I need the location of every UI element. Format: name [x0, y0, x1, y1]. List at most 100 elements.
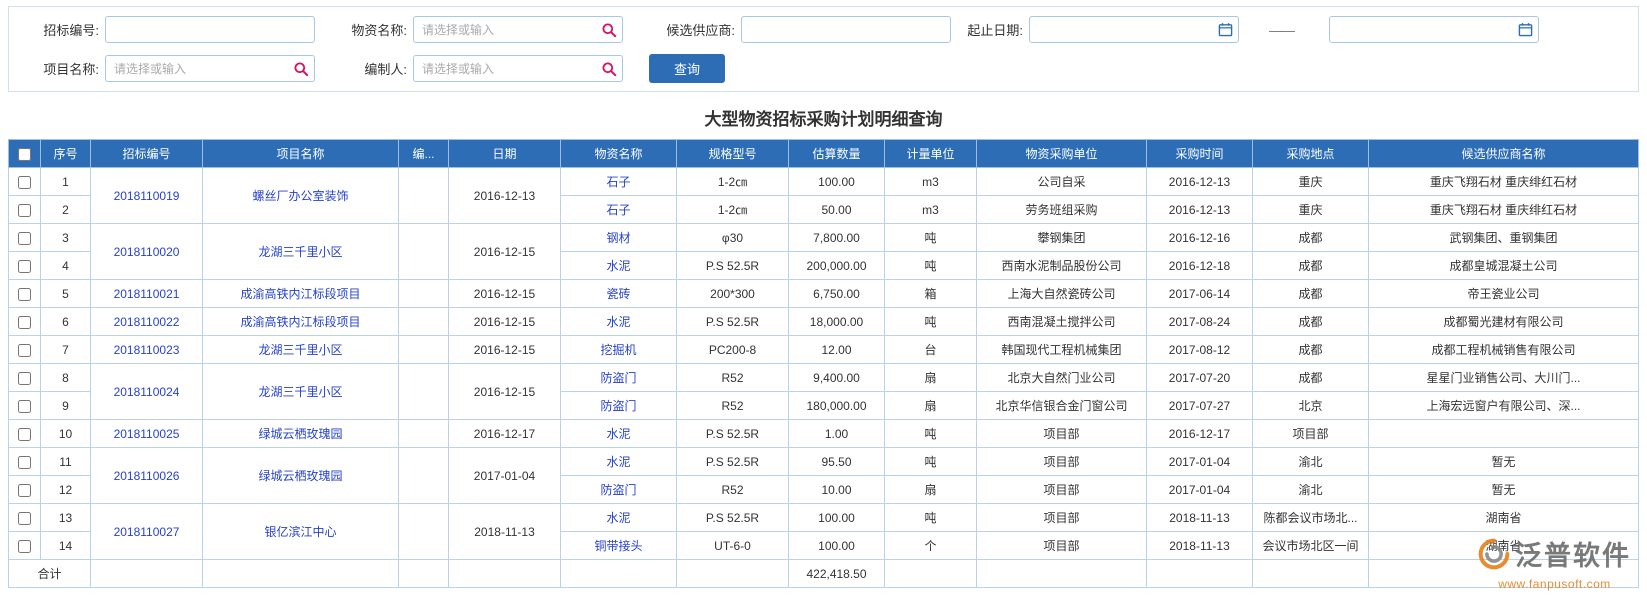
qty-cell: 12.00: [789, 336, 885, 364]
location-cell: 成都: [1253, 308, 1369, 336]
bid-no-link[interactable]: 2018110022: [114, 315, 180, 329]
material-cell: 铜带接头: [561, 532, 677, 560]
location-cell: 渝北: [1253, 448, 1369, 476]
material-name-input[interactable]: [413, 16, 623, 43]
project-link[interactable]: 绿城云栖玫瑰园: [258, 427, 342, 441]
column-header-0: 序号: [41, 140, 91, 168]
supplier-input[interactable]: [741, 16, 951, 43]
bid-no-link[interactable]: 2018110020: [114, 245, 180, 259]
row-checkbox[interactable]: [18, 540, 31, 553]
row-checkbox[interactable]: [18, 456, 31, 469]
suppliers-cell: 重庆飞翔石材 重庆绯红石材: [1369, 168, 1639, 196]
select-all-checkbox[interactable]: [18, 148, 31, 161]
row-checkbox[interactable]: [18, 288, 31, 301]
bid-no-link[interactable]: 2018110025: [114, 427, 180, 441]
material-link[interactable]: 石子: [606, 175, 630, 189]
material-link[interactable]: 水泥: [606, 259, 630, 273]
compiler-input-wrap: [413, 55, 623, 82]
seq-cell: 6: [41, 308, 91, 336]
project-link[interactable]: 银亿滨江中心: [264, 525, 336, 539]
search-icon[interactable]: [601, 22, 617, 38]
seq-cell: 10: [41, 420, 91, 448]
project-cell: 螺丝厂办公室装饰: [203, 168, 399, 224]
compiler-cell: [399, 308, 449, 336]
search-icon[interactable]: [601, 61, 617, 77]
material-link[interactable]: 防盗门: [600, 399, 636, 413]
material-cell: 防盗门: [561, 476, 677, 504]
row-checkbox[interactable]: [18, 428, 31, 441]
column-header-5: 物资名称: [561, 140, 677, 168]
row-checkbox[interactable]: [18, 204, 31, 217]
row-checkbox-cell: [9, 392, 41, 420]
project-link[interactable]: 龙湖三千里小区: [258, 385, 342, 399]
calendar-icon[interactable]: [1517, 22, 1533, 38]
date-cell: 2018-11-13: [449, 504, 561, 560]
row-checkbox[interactable]: [18, 372, 31, 385]
calendar-icon[interactable]: [1217, 22, 1233, 38]
material-link[interactable]: 水泥: [606, 511, 630, 525]
row-checkbox[interactable]: [18, 400, 31, 413]
material-link[interactable]: 水泥: [606, 315, 630, 329]
row-checkbox[interactable]: [18, 344, 31, 357]
bid-no-link[interactable]: 2018110021: [114, 287, 180, 301]
purchase-time-cell: 2017-07-27: [1147, 392, 1253, 420]
bid-no-input[interactable]: [105, 16, 315, 43]
purchase-time-cell: 2016-12-13: [1147, 196, 1253, 224]
material-link[interactable]: 防盗门: [600, 483, 636, 497]
row-checkbox-cell: [9, 448, 41, 476]
query-button[interactable]: 查询: [649, 54, 725, 83]
project-link[interactable]: 成渝高铁内江标段项目: [240, 287, 360, 301]
total-empty-cell: [885, 560, 977, 588]
compiler-input[interactable]: [413, 55, 623, 82]
unit-cell: 个: [885, 532, 977, 560]
material-link[interactable]: 瓷砖: [606, 287, 630, 301]
project-link[interactable]: 龙湖三千里小区: [258, 245, 342, 259]
project-cell: 龙湖三千里小区: [203, 364, 399, 420]
bid-no-link[interactable]: 2018110027: [114, 525, 180, 539]
material-link[interactable]: 钢材: [606, 231, 630, 245]
suppliers-cell: [1369, 420, 1639, 448]
material-link[interactable]: 水泥: [606, 455, 630, 469]
total-empty-cell: [449, 560, 561, 588]
bid-no-link[interactable]: 2018110019: [114, 189, 180, 203]
bid-no-cell: 2018110020: [91, 224, 203, 280]
spec-cell: R52: [677, 364, 789, 392]
project-link[interactable]: 龙湖三千里小区: [258, 343, 342, 357]
project-link[interactable]: 螺丝厂办公室装饰: [252, 189, 348, 203]
suppliers-cell: 帝王瓷业公司: [1369, 280, 1639, 308]
project-link[interactable]: 绿城云栖玫瑰园: [258, 469, 342, 483]
purchase-unit-cell: 项目部: [977, 420, 1147, 448]
qty-cell: 6,750.00: [789, 280, 885, 308]
material-link[interactable]: 石子: [606, 203, 630, 217]
material-cell: 石子: [561, 196, 677, 224]
spec-cell: P.S 52.5R: [677, 448, 789, 476]
bid-no-link[interactable]: 2018110024: [114, 385, 180, 399]
row-checkbox[interactable]: [18, 316, 31, 329]
bid-no-link[interactable]: 2018110026: [114, 469, 180, 483]
date-start-input[interactable]: [1029, 16, 1239, 43]
row-checkbox[interactable]: [18, 512, 31, 525]
date-cell: 2016-12-15: [449, 308, 561, 336]
search-icon[interactable]: [293, 61, 309, 77]
supplier-label: 候选供应商:: [649, 20, 735, 39]
unit-cell: 吨: [885, 252, 977, 280]
date-end-input[interactable]: [1329, 16, 1539, 43]
material-link[interactable]: 铜带接头: [594, 539, 642, 553]
suppliers-cell: 成都蜀光建材有限公司: [1369, 308, 1639, 336]
project-link[interactable]: 成渝高铁内江标段项目: [240, 315, 360, 329]
bid-no-link[interactable]: 2018110023: [114, 343, 180, 357]
row-checkbox[interactable]: [18, 260, 31, 273]
material-link[interactable]: 水泥: [606, 427, 630, 441]
date-cell: 2016-12-15: [449, 280, 561, 308]
bid-no-cell: 2018110026: [91, 448, 203, 504]
material-link[interactable]: 防盗门: [600, 371, 636, 385]
project-name-input[interactable]: [105, 55, 315, 82]
row-checkbox[interactable]: [18, 176, 31, 189]
project-cell: 成渝高铁内江标段项目: [203, 280, 399, 308]
row-checkbox[interactable]: [18, 484, 31, 497]
total-empty-cell: [91, 560, 203, 588]
material-link[interactable]: 挖掘机: [600, 343, 636, 357]
row-checkbox[interactable]: [18, 232, 31, 245]
row-checkbox-cell: [9, 224, 41, 252]
purchase-unit-cell: 韩国现代工程机械集团: [977, 336, 1147, 364]
